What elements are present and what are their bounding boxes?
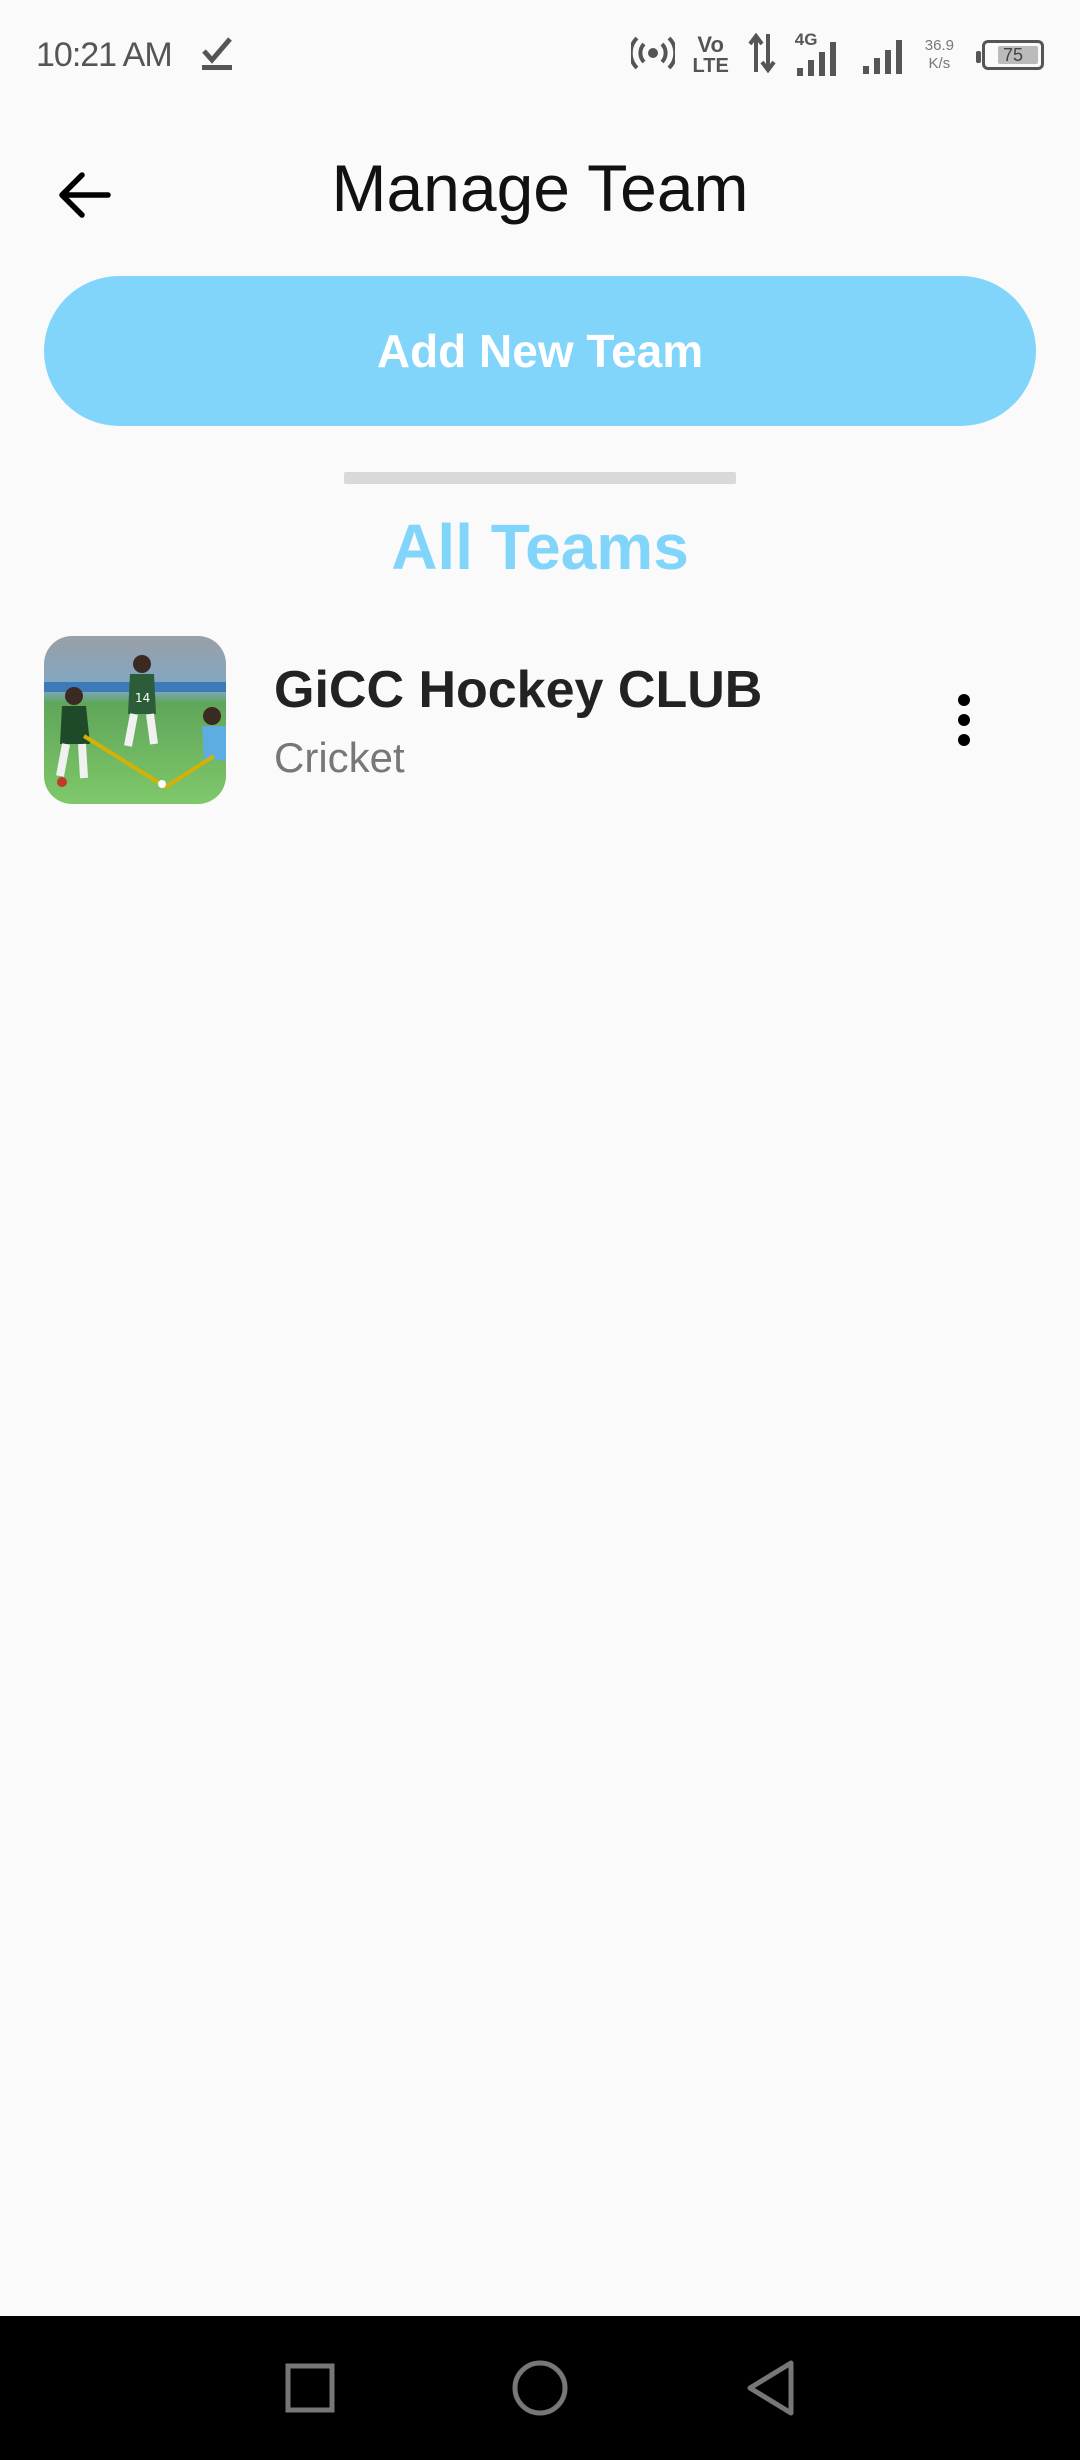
more-options-button[interactable] — [924, 670, 1004, 770]
speed-unit: K/s — [928, 55, 951, 72]
volte-bottom-label: LTE — [692, 55, 729, 77]
signal-icon — [861, 32, 907, 79]
team-name: GiCC Hockey CLUB — [274, 661, 763, 719]
status-right: Vo LTE 4G 36.9 K/s 75 — [628, 30, 1044, 79]
download-done-icon — [198, 33, 238, 78]
divider — [344, 472, 736, 484]
speed-value: 36.9 — [924, 37, 954, 54]
battery-level: 75 — [1002, 44, 1024, 65]
page-title: Manage Team — [331, 151, 749, 225]
volte-top-label: Vo — [697, 32, 724, 57]
circle-icon — [512, 2360, 568, 2416]
team-list-item[interactable]: 14 GiCC Hockey CLUB Cricket — [0, 630, 1080, 810]
status-bar: 10:21 AM Vo LTE 4G 36.9 K/s 75 — [0, 0, 1080, 110]
recents-button[interactable] — [265, 2343, 355, 2433]
back-nav-button[interactable] — [725, 2343, 815, 2433]
volte-indicator: Vo LTE — [692, 32, 729, 77]
svg-text:14: 14 — [135, 691, 150, 705]
more-vert-icon — [958, 694, 970, 746]
battery-icon: 75 — [976, 40, 1044, 70]
network-speed: 36.9 K/s — [925, 37, 954, 73]
add-new-team-button[interactable]: Add New Team — [44, 276, 1036, 426]
hotspot-icon — [628, 33, 677, 78]
app-header: Manage Team — [0, 130, 1080, 255]
triangle-back-icon — [747, 2360, 794, 2416]
section-title: All Teams — [391, 511, 689, 583]
square-icon — [285, 2363, 335, 2413]
home-button[interactable] — [495, 2343, 585, 2433]
status-left: 10:21 AM — [36, 33, 238, 78]
screen: 10:21 AM Vo LTE 4G 36.9 K/s 75 Manage Te… — [0, 0, 1080, 2460]
hockey-players-image: 14 — [44, 636, 226, 804]
signal-4g-icon: 4G — [795, 30, 843, 76]
team-sport: Cricket — [274, 734, 405, 781]
data-transfer-icon — [747, 32, 777, 79]
status-time: 10:21 AM — [36, 35, 173, 74]
system-nav-bar — [0, 2316, 1080, 2460]
team-avatar: 14 — [44, 636, 226, 804]
